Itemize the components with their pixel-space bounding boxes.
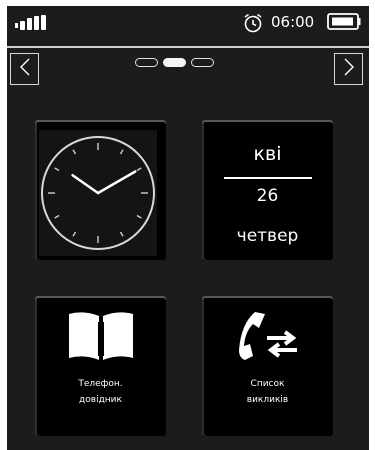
signal-strength-icon	[15, 15, 49, 35]
date-tile[interactable]: кві 26 четвер	[202, 120, 333, 260]
clock-face	[39, 130, 157, 256]
status-separator	[7, 46, 369, 48]
date-weekday: четвер	[236, 226, 299, 246]
phone-home-screen: 06:00 кві 26 четвер Телефон. довідник Сп…	[7, 6, 369, 450]
book-icon	[35, 310, 166, 362]
analog-clock-icon	[41, 136, 155, 250]
date-day: 26	[256, 186, 279, 206]
phone-call-list-icon	[202, 310, 333, 362]
page-dot-2-active[interactable]	[163, 58, 186, 67]
date-month: кві	[253, 143, 282, 165]
page-indicator	[135, 58, 214, 67]
status-time: 06:00	[271, 13, 315, 31]
clock-tile[interactable]	[35, 120, 166, 260]
previous-page-button[interactable]	[10, 53, 39, 85]
phonebook-label: Телефон. довідник	[78, 379, 123, 405]
page-dot-1[interactable]	[135, 58, 158, 67]
next-page-button[interactable]	[334, 53, 363, 85]
date-divider	[224, 177, 312, 179]
call-list-tile[interactable]: Список викликів	[202, 296, 333, 436]
alarm-clock-icon	[242, 12, 264, 38]
chevron-left-icon	[19, 58, 31, 80]
page-dot-3[interactable]	[191, 58, 214, 67]
battery-icon	[327, 11, 361, 37]
chevron-right-icon	[343, 58, 355, 80]
status-bar: 06:00	[7, 6, 369, 42]
phonebook-tile[interactable]: Телефон. довідник	[35, 296, 166, 436]
call-list-label: Список викликів	[246, 379, 289, 405]
